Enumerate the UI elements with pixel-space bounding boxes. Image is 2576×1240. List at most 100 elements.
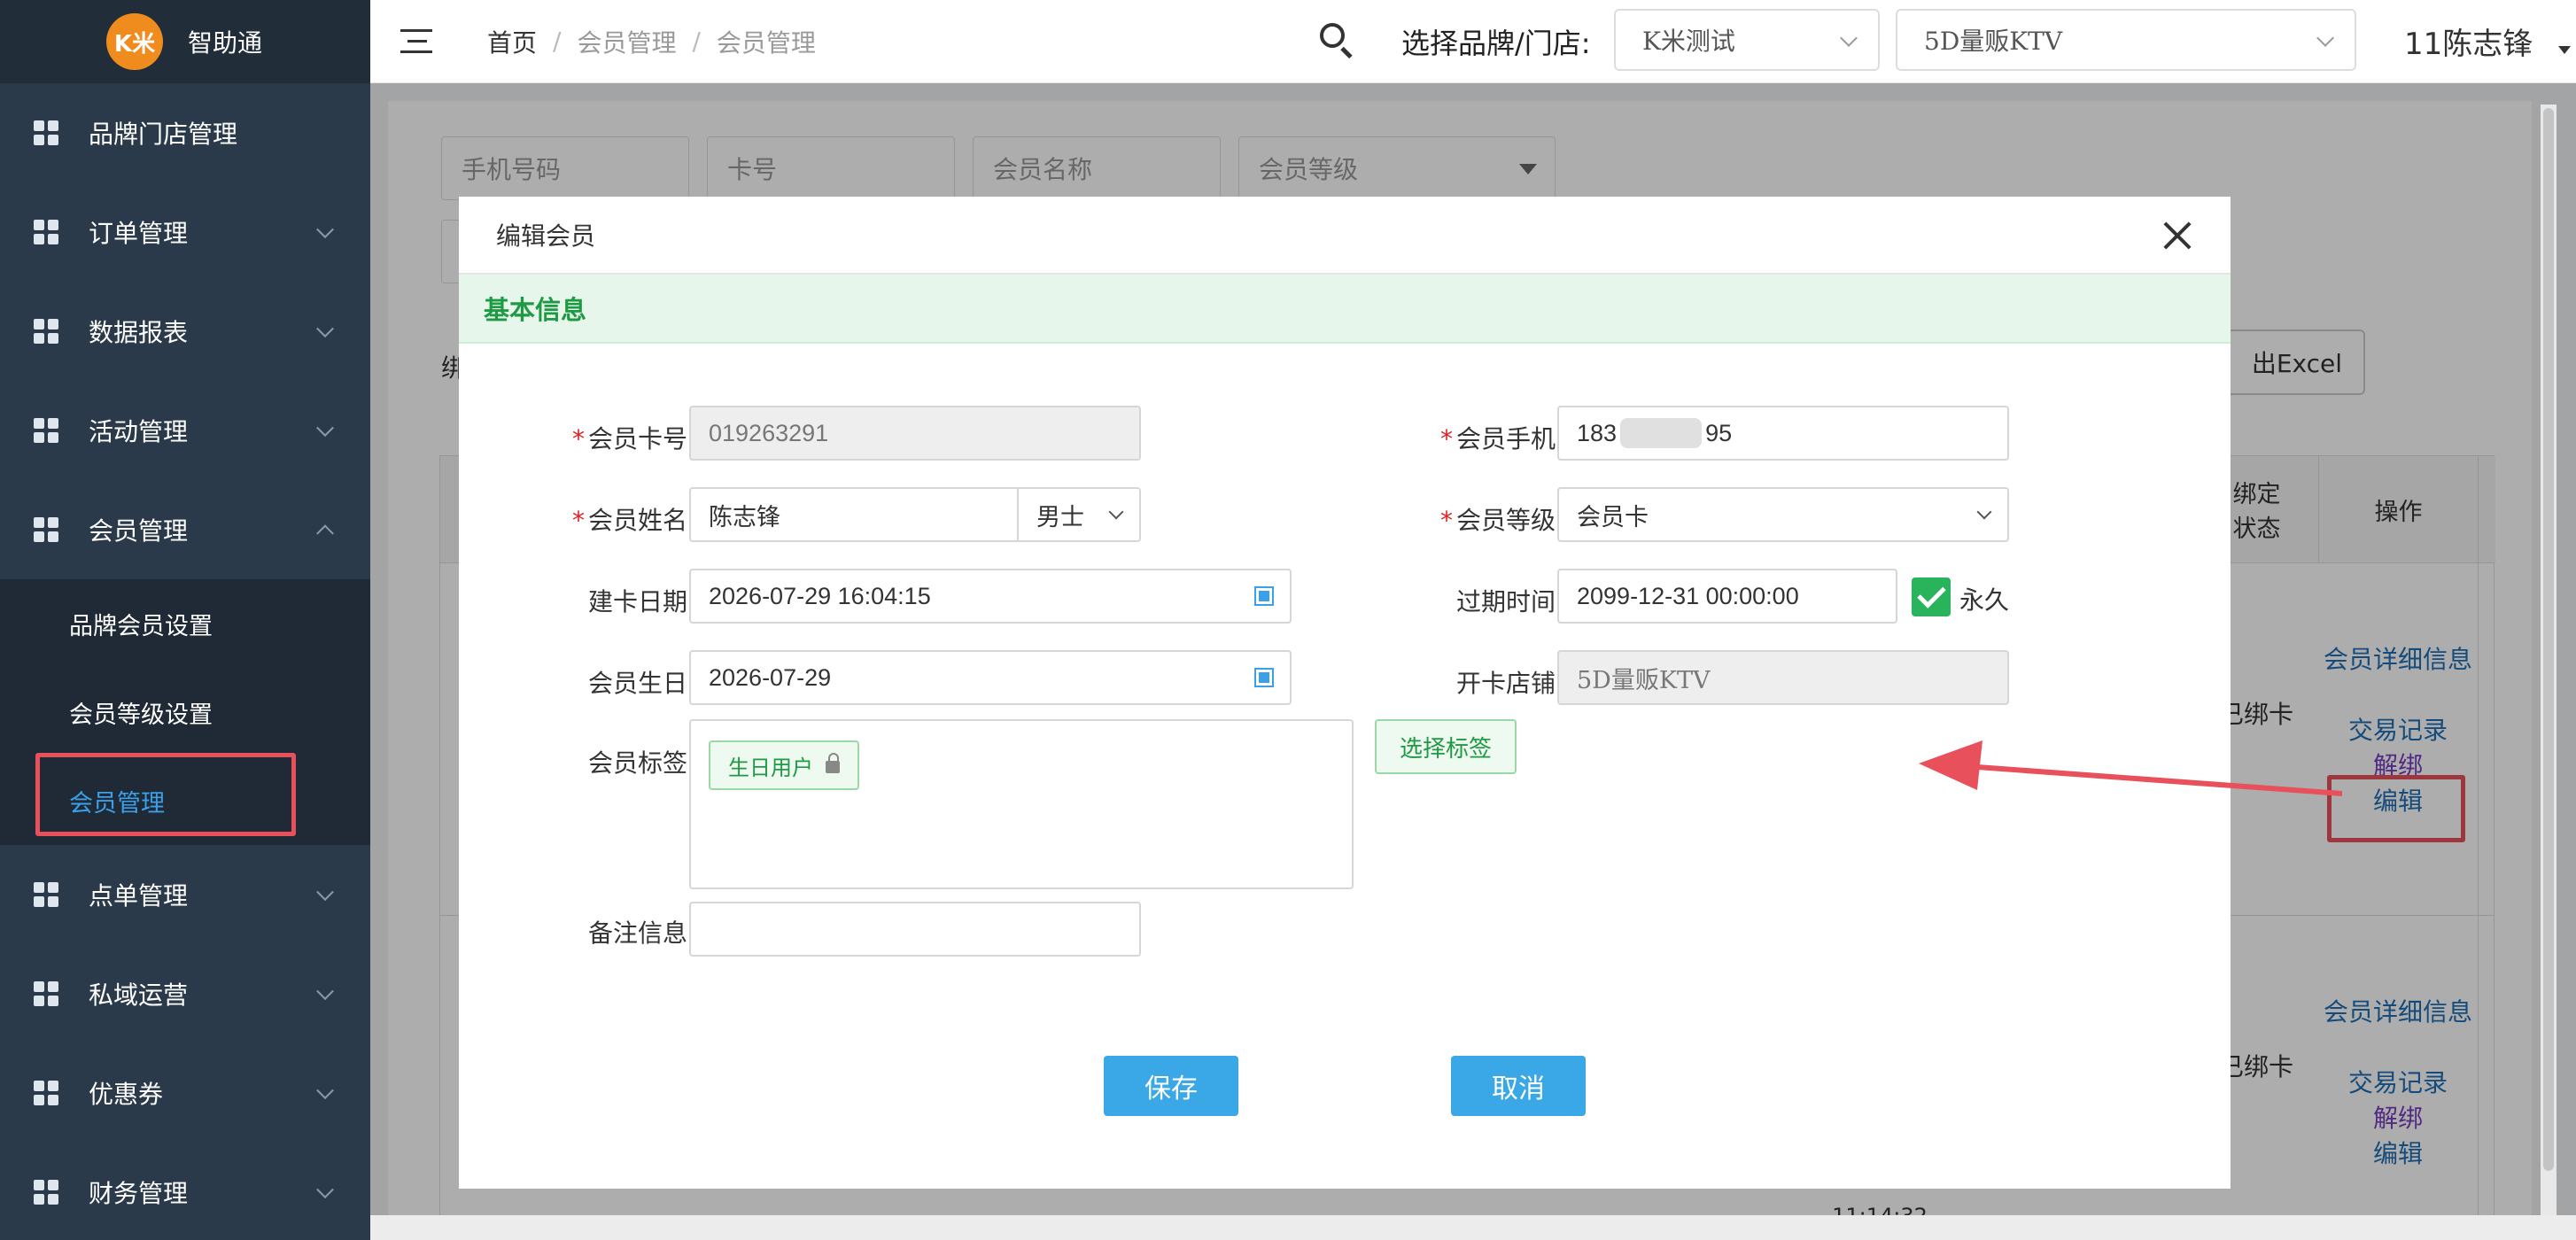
chevron-down-icon (316, 1181, 334, 1199)
modal-title: 编辑会员 (496, 221, 596, 251)
sidebar-item-coupons[interactable]: 优惠券 (0, 1043, 370, 1143)
top-header: 首页 / 会员管理 / 会员管理 选择品牌/门店: K米测试 5D量贩KTV 1… (370, 0, 2576, 83)
breadcrumb-home[interactable]: 首页 (487, 24, 537, 59)
store-select[interactable]: 5D量贩KTV (1896, 9, 2356, 71)
name-field[interactable]: 陈志锋 (689, 487, 1019, 542)
grid-icon (34, 1180, 58, 1205)
grid-icon (34, 517, 58, 542)
chevron-down-icon (2316, 29, 2334, 47)
sidebar: K米 智助通 品牌门店管理 订单管理 数据报表 活动管理 会员管理 品牌会员设置… (0, 0, 370, 1240)
store-select-value: 5D量贩KTV (1924, 27, 2063, 56)
sidebar-item-label: 财务管理 (89, 1179, 189, 1208)
calendar-icon[interactable] (1254, 668, 1274, 687)
search-icon[interactable] (1318, 21, 1357, 60)
chevron-down-icon (1840, 29, 1858, 47)
breadcrumb-separator: / (553, 27, 562, 56)
sidebar-item-activities[interactable]: 活动管理 (0, 381, 370, 480)
breadcrumb: 首页 / 会员管理 / 会员管理 (487, 24, 816, 59)
chevron-down-icon (1976, 504, 1992, 520)
redacted-mark (1620, 418, 1703, 448)
sidebar-item-label: 私域运营 (89, 980, 189, 1010)
sidebar-item-private-domain[interactable]: 私域运营 (0, 944, 370, 1043)
tags-label: 会员标签 (587, 748, 687, 778)
chevron-down-icon (1108, 504, 1124, 520)
section-title: 基本信息 (459, 275, 2231, 344)
grid-icon (34, 319, 58, 344)
edit-member-modal: 编辑会员 基本信息 * 会员卡号 019263291 * 会员手机 183 95 * 会… (459, 197, 2231, 1189)
brand-select-value: K米测试 (1642, 27, 1735, 56)
horizontal-scrollbar[interactable] (370, 1215, 2576, 1240)
sidebar-item-brand-store[interactable]: 品牌门店管理 (0, 83, 370, 182)
birthday-field[interactable]: 2026-07-29 (689, 650, 1292, 705)
annotation-highlight-box (35, 753, 296, 836)
sidebar-item-label: 点单管理 (89, 881, 189, 911)
chevron-up-icon (316, 524, 334, 543)
birthday-label: 会员生日 (587, 669, 687, 698)
remark-label: 备注信息 (587, 918, 687, 948)
sidebar-subitem-member-level-settings[interactable]: 会员等级设置 (0, 668, 370, 756)
vertical-scrollbar[interactable] (2541, 105, 2557, 1222)
save-button[interactable]: 保存 (1104, 1056, 1238, 1116)
chevron-down-icon (316, 982, 334, 1001)
menu-toggle-icon[interactable] (400, 28, 432, 54)
expire-label: 过期时间 (1455, 587, 1556, 616)
select-tags-button[interactable]: 选择标签 (1375, 719, 1517, 774)
permanent-checkbox[interactable] (1912, 577, 1951, 616)
remark-field[interactable] (689, 902, 1141, 957)
tags-box[interactable]: 生日用户 (689, 719, 1354, 889)
grid-icon (34, 418, 58, 443)
logo-icon: K米 (106, 13, 163, 70)
expire-date-field[interactable]: 2099-12-31 00:00:00 (1557, 569, 1897, 624)
sidebar-item-label: 订单管理 (89, 219, 189, 248)
caret-down-icon[interactable] (2558, 46, 2571, 54)
sidebar-item-reports[interactable]: 数据报表 (0, 282, 370, 381)
level-label: * 会员等级 (1439, 506, 1556, 535)
lock-icon (826, 753, 840, 773)
sidebar-item-label: 会员管理 (89, 516, 189, 546)
sidebar-item-finance[interactable]: 财务管理 (0, 1143, 370, 1240)
phone-label: * 会员手机 (1439, 424, 1556, 453)
phone-field[interactable]: 183 95 (1557, 406, 2009, 461)
brand-select[interactable]: K米测试 (1614, 9, 1880, 71)
chevron-down-icon (316, 419, 334, 438)
sidebar-item-orders[interactable]: 订单管理 (0, 182, 370, 282)
breadcrumb-current: 会员管理 (716, 27, 816, 58)
chevron-down-icon (316, 221, 334, 239)
close-icon[interactable] (2161, 220, 2193, 252)
grid-icon (34, 981, 58, 1006)
user-menu[interactable]: 11陈志锋 (2404, 19, 2533, 63)
grid-icon (34, 220, 58, 244)
level-select[interactable]: 会员卡 (1557, 487, 2009, 542)
sidebar-item-members[interactable]: 会员管理 (0, 480, 370, 579)
chevron-down-icon (316, 883, 334, 902)
calendar-icon[interactable] (1254, 586, 1274, 606)
app-name: 智助通 (188, 28, 263, 58)
sidebar-item-label: 品牌门店管理 (89, 120, 238, 149)
sidebar-item-label: 数据报表 (89, 318, 189, 347)
cancel-button[interactable]: 取消 (1451, 1056, 1586, 1116)
grid-icon (34, 120, 58, 145)
breadcrumb-members[interactable]: 会员管理 (577, 24, 676, 59)
grid-icon (34, 882, 58, 907)
card-no-label: * 会员卡号 (571, 424, 687, 453)
sidebar-item-label: 优惠券 (89, 1080, 164, 1109)
name-label: * 会员姓名 (571, 506, 687, 535)
modal-header: 编辑会员 (459, 197, 2231, 275)
store-field[interactable]: 5D量贩KTV (1557, 650, 2009, 705)
logo-bar: K米 智助通 (0, 0, 370, 83)
permanent-label: 永久 (1959, 585, 2010, 615)
sidebar-item-ordering[interactable]: 点单管理 (0, 845, 370, 944)
sidebar-item-label: 活动管理 (89, 417, 189, 446)
chevron-down-icon (316, 1081, 334, 1100)
store-label: 开卡店铺 (1455, 669, 1556, 698)
tag-chip[interactable]: 生日用户 (709, 740, 859, 790)
gender-select[interactable]: 男士 (1017, 487, 1141, 542)
sidebar-subitem-brand-member-settings[interactable]: 品牌会员设置 (0, 579, 370, 668)
brand-store-label: 选择品牌/门店: (1401, 27, 1591, 60)
chevron-down-icon (316, 320, 334, 338)
breadcrumb-separator: / (692, 27, 701, 56)
created-date-field[interactable]: 2026-07-29 16:04:15 (689, 569, 1292, 624)
created-date-label: 建卡日期 (587, 587, 687, 616)
card-no-field[interactable]: 019263291 (689, 406, 1141, 461)
grid-icon (34, 1081, 58, 1105)
